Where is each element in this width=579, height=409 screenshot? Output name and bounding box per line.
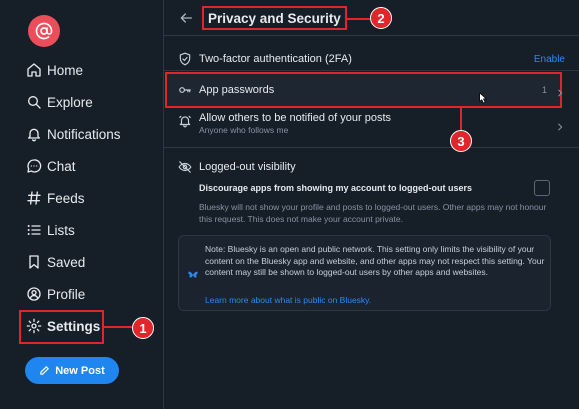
callout-line xyxy=(104,326,132,328)
sidebar-item-notifications[interactable]: Notifications xyxy=(26,118,121,150)
shield-check-icon xyxy=(178,52,192,66)
bell-icon xyxy=(26,126,42,142)
key-icon xyxy=(178,83,192,97)
app-passwords-label: App passwords xyxy=(199,84,275,96)
sidebar-item-home[interactable]: Home xyxy=(26,54,121,86)
mouse-cursor-icon xyxy=(479,92,487,104)
compose-icon xyxy=(40,366,49,375)
sidebar-item-lists[interactable]: Lists xyxy=(26,214,121,246)
callout-line xyxy=(346,18,372,20)
sidebar-item-chat[interactable]: Chat xyxy=(26,150,121,182)
chevron-right-icon xyxy=(555,85,565,97)
allow-notify-row[interactable]: Allow others to be notified of your post… xyxy=(164,110,579,138)
callout-badge-1: 1 xyxy=(132,317,154,339)
sidebar-item-feeds[interactable]: Feeds xyxy=(26,182,121,214)
sidebar-item-label: Explore xyxy=(47,94,93,110)
app-passwords-count: 1 xyxy=(541,85,547,95)
search-icon xyxy=(26,94,42,110)
logged-out-visibility-row: Logged-out visibility xyxy=(164,158,579,176)
sidebar-item-saved[interactable]: Saved xyxy=(26,246,121,278)
at-sign-icon xyxy=(35,22,53,40)
sidebar-item-label: Lists xyxy=(47,222,75,238)
list-icon xyxy=(26,222,42,238)
sidebar-item-label: Profile xyxy=(47,286,86,302)
allow-notify-label: Allow others to be notified of your post… xyxy=(199,112,391,124)
enable-2fa-link[interactable]: Enable xyxy=(534,54,565,65)
chat-icon xyxy=(26,158,42,174)
discourage-apps-checkbox[interactable] xyxy=(534,180,550,196)
discourage-apps-description: Bluesky will not show your profile and p… xyxy=(199,202,547,224)
app-passwords-row[interactable]: App passwords 1 xyxy=(164,74,579,106)
callout-badge-2: 2 xyxy=(370,7,392,29)
new-post-label: New Post xyxy=(55,364,105,377)
page-title: Privacy and Security xyxy=(202,6,347,30)
hash-icon xyxy=(26,190,42,206)
back-arrow-icon[interactable] xyxy=(178,10,194,26)
main-panel: Privacy and Security Two-factor authenti… xyxy=(164,0,579,409)
avatar[interactable] xyxy=(28,15,60,47)
sidebar-item-label: Saved xyxy=(47,254,86,270)
chevron-right-icon xyxy=(555,119,565,131)
sidebar-item-label: Chat xyxy=(47,158,76,174)
user-circle-icon xyxy=(26,286,42,302)
section-divider xyxy=(164,70,579,71)
sidebar-item-label: Home xyxy=(47,62,84,78)
bookmark-icon xyxy=(26,254,42,270)
two-factor-row[interactable]: Two-factor authentication (2FA) Enable xyxy=(164,48,579,70)
settings-annotation-box xyxy=(19,310,104,344)
two-factor-label: Two-factor authentication (2FA) xyxy=(199,53,352,65)
sidebar-item-explore[interactable]: Explore xyxy=(26,86,121,118)
public-network-note: Note: Bluesky is an open and public netw… xyxy=(178,235,551,311)
sidebar-nav: Home Explore Notifications Chat Feeds Li… xyxy=(26,54,121,342)
sidebar-item-label: Notifications xyxy=(47,126,121,142)
learn-more-link[interactable]: Learn more about what is public on Blues… xyxy=(205,295,371,305)
bell-ring-icon xyxy=(178,114,192,128)
sidebar: Home Explore Notifications Chat Feeds Li… xyxy=(0,0,163,409)
home-icon xyxy=(26,62,42,78)
note-text: Note: Bluesky is an open and public netw… xyxy=(205,244,545,277)
callout-badge-3: 3 xyxy=(450,130,472,152)
eye-slash-icon xyxy=(178,160,192,174)
butterfly-icon xyxy=(187,268,199,280)
allow-notify-sublabel: Anyone who follows me xyxy=(199,125,289,135)
new-post-button[interactable]: New Post xyxy=(25,357,119,384)
sidebar-item-label: Feeds xyxy=(47,190,85,206)
discourage-apps-label: Discourage apps from showing my account … xyxy=(199,183,473,193)
logged-out-visibility-label: Logged-out visibility xyxy=(199,161,296,173)
sidebar-item-profile[interactable]: Profile xyxy=(26,278,121,310)
section-divider xyxy=(164,147,579,148)
callout-line xyxy=(460,108,462,130)
